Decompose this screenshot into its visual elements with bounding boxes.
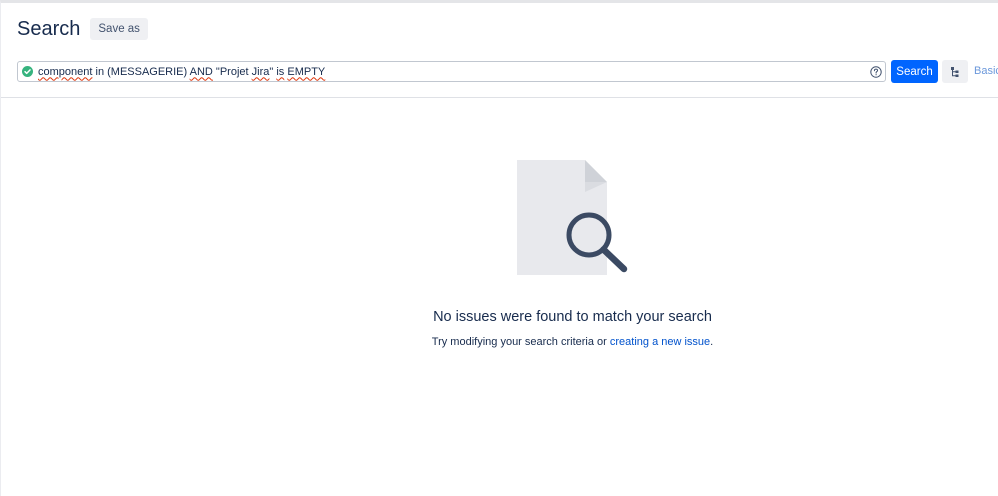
help-circle-icon[interactable] [870, 66, 882, 78]
hierarchy-icon [951, 66, 959, 77]
basic-search-link[interactable]: Basic [974, 65, 998, 77]
empty-state-title: No issues were found to match your searc… [433, 309, 712, 325]
search-button[interactable]: Search [891, 60, 938, 83]
query-token: EMPTY [287, 65, 326, 78]
save-as-button[interactable]: Save as [90, 18, 148, 40]
document-magnifier-icon [517, 160, 628, 275]
empty-state-message: Try modifying your search criteria or cr… [1, 336, 998, 348]
query-token: in (MESSAGERIE) [92, 65, 190, 78]
empty-state-suffix: . [710, 336, 714, 348]
search-page: Search Save as component in (MESSAGERIE)… [0, 0, 998, 496]
page-header: Search Save as [17, 17, 148, 41]
divider [1, 97, 998, 98]
query-bar: component in (MESSAGERIE) AND "Projet Ji… [17, 60, 998, 84]
query-token: Jira [251, 65, 270, 78]
page-title: Search [17, 18, 81, 40]
jql-query-input[interactable]: component in (MESSAGERIE) AND "Projet Ji… [17, 61, 886, 82]
query-text[interactable]: component in (MESSAGERIE) AND "Projet Ji… [38, 66, 325, 78]
query-token: "Projet [212, 65, 252, 78]
hierarchy-toggle-button[interactable] [942, 60, 968, 83]
check-circle-icon [22, 66, 33, 77]
query-token: AND [189, 65, 213, 78]
query-token: component [38, 65, 93, 78]
create-issue-link[interactable]: creating a new issue [610, 336, 710, 348]
empty-state-text: Try modifying your search criteria or [431, 336, 610, 348]
